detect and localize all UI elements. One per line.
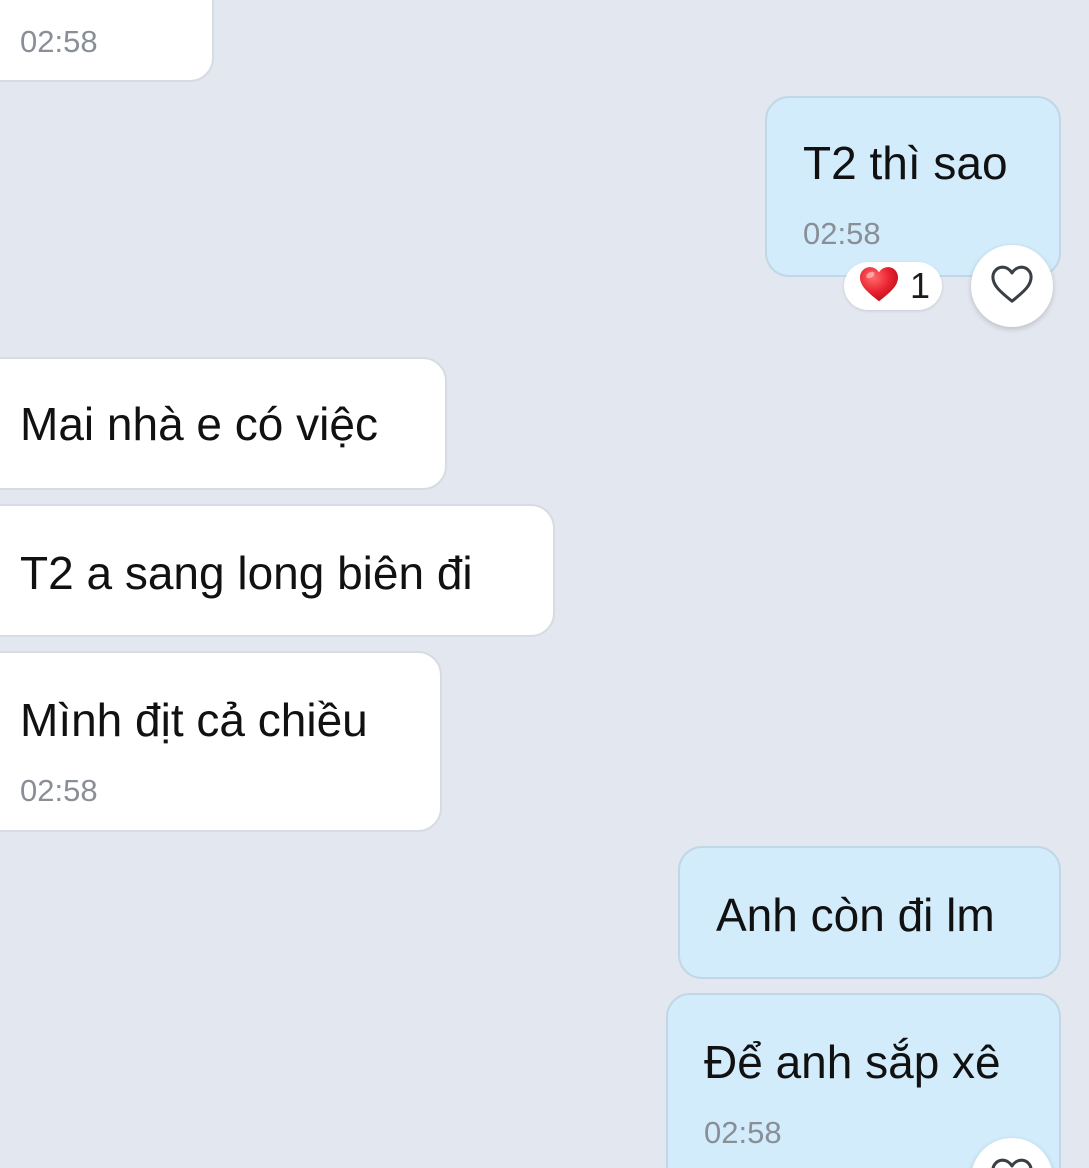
message-bubble-outgoing[interactable]: Anh còn đi lm (678, 846, 1061, 979)
heart-outline-icon (989, 1156, 1035, 1168)
message-timestamp: 02:58 (20, 24, 98, 59)
message-bubble-incoming[interactable]: Mình địt cả chiều 02:58 (0, 651, 442, 832)
message-bubble-incoming[interactable]: T2 a sang long biên đi (0, 504, 555, 637)
chat-message-list[interactable]: 02:58 T2 thì sao 02:58 1 Mai nhà e có vi… (0, 0, 1089, 1168)
reaction-summary[interactable]: 1 (844, 262, 942, 310)
message-timestamp: 02:58 (803, 216, 881, 251)
message-text: T2 a sang long biên đi (20, 547, 473, 599)
heart-outline-icon (989, 263, 1035, 310)
message-timestamp: 02:58 (20, 773, 98, 808)
message-text: Mai nhà e có việc (20, 398, 378, 450)
react-button[interactable] (971, 245, 1053, 327)
message-text: Để anh sắp xê (704, 1036, 1001, 1088)
message-text: Mình địt cả chiều (20, 694, 368, 746)
reaction-count: 1 (910, 265, 931, 306)
message-text: T2 thì sao (803, 137, 1008, 189)
message-bubble-incoming[interactable]: 02:58 (0, 0, 214, 82)
message-timestamp: 02:58 (704, 1115, 782, 1150)
message-bubble-incoming[interactable]: Mai nhà e có việc (0, 357, 447, 490)
message-text: Anh còn đi lm (716, 889, 995, 941)
red-heart-icon (858, 265, 900, 308)
